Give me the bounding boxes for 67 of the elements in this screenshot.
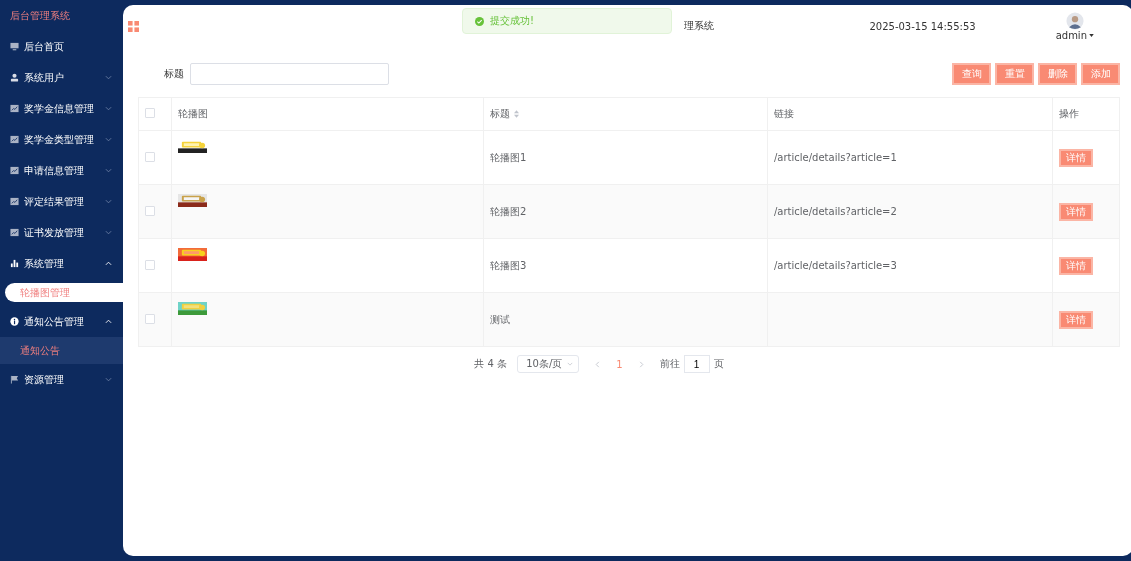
chart-icon [10,228,19,237]
title-cell: 测试 [490,313,510,325]
select-all-checkbox[interactable] [145,108,155,118]
app-brand: 后台管理系统 [9,9,71,23]
nav-item[interactable]: 评定结果管理 [0,186,123,217]
monitor-icon [10,42,19,51]
nav-label: 证书发放管理 [24,225,85,240]
link-cell: /article/details?article=1 [774,152,897,163]
nav-label: 资源管理 [24,372,65,387]
nav-item[interactable]: 系统管理 [0,248,123,279]
row-checkbox[interactable] [145,151,155,162]
nav-item[interactable]: 奖学金类型管理 [0,124,123,155]
nav-label: 奖学金类型管理 [24,132,95,147]
grid-icon[interactable] [128,20,139,32]
row-checkbox[interactable] [145,313,155,324]
user-menu[interactable]: admin [1055,29,1094,41]
search-label: 标题 [164,67,184,81]
title-cell: 轮播图2 [490,205,527,217]
column-header: 操作 [1059,108,1079,119]
nav-label: 评定结果管理 [24,194,85,209]
prev-page-icon[interactable] [595,360,601,368]
nav-label: 申请信息管理 [24,163,85,178]
nav-label: 系统用户 [24,70,65,85]
nav-item[interactable]: 奖学金信息管理 [0,93,123,124]
chart-icon [10,135,19,144]
caret-icon [1089,33,1094,37]
title-input-field[interactable] [190,63,389,85]
column-header[interactable]: 标题 [490,108,519,119]
bar-chart-icon [10,259,19,268]
nav-item[interactable]: 后台首页 [0,31,123,62]
nav-label: 后台首页 [24,39,65,54]
page-suffix: 页 [713,357,724,371]
nav-item[interactable]: 通知公告管理 [0,306,123,337]
nav-item[interactable]: 资源管理 [0,364,123,395]
link-cell: /article/details?article=3 [774,260,897,271]
nav-item[interactable]: 申请信息管理 [0,155,123,186]
user-icon [10,73,19,82]
page-size-select[interactable]: 10条/页 [517,355,580,373]
chevron-down-icon [567,362,574,366]
nav-label: 奖学金信息管理 [24,101,95,116]
nav-item[interactable]: 证书发放管理 [0,217,123,248]
nav-subitem[interactable]: 通知公告 [0,337,123,364]
goto-label: 前往 [659,357,680,371]
sort-icon [514,110,519,118]
column-header: 轮播图 [178,108,208,119]
nav-label: 系统管理 [24,256,65,271]
row-checkbox[interactable] [145,259,155,270]
next-page-icon[interactable] [638,360,644,368]
nav-item[interactable]: 系统用户 [0,62,123,93]
nav-label: 通知公告管理 [24,314,85,329]
chart-icon [10,104,19,113]
row-checkbox[interactable] [145,205,155,216]
title-cell: 轮播图3 [490,259,527,271]
info-icon [10,317,19,326]
link-cell: /article/details?article=2 [774,206,897,217]
check-circle-icon [475,16,484,26]
column-header: 链接 [774,108,794,119]
flag-icon [10,375,19,384]
goto-page-field[interactable]: 1 [683,355,710,373]
toast-message: 提交成功! [490,14,534,28]
chart-icon [10,197,19,206]
chart-icon [10,166,19,175]
total-count: 共 4 条 [474,357,508,371]
system-title: 理系统 [684,19,715,33]
date-time: 2025-03-15 14:55:53 [869,20,976,32]
avatar [1065,11,1084,30]
title-cell: 轮播图1 [490,151,527,163]
